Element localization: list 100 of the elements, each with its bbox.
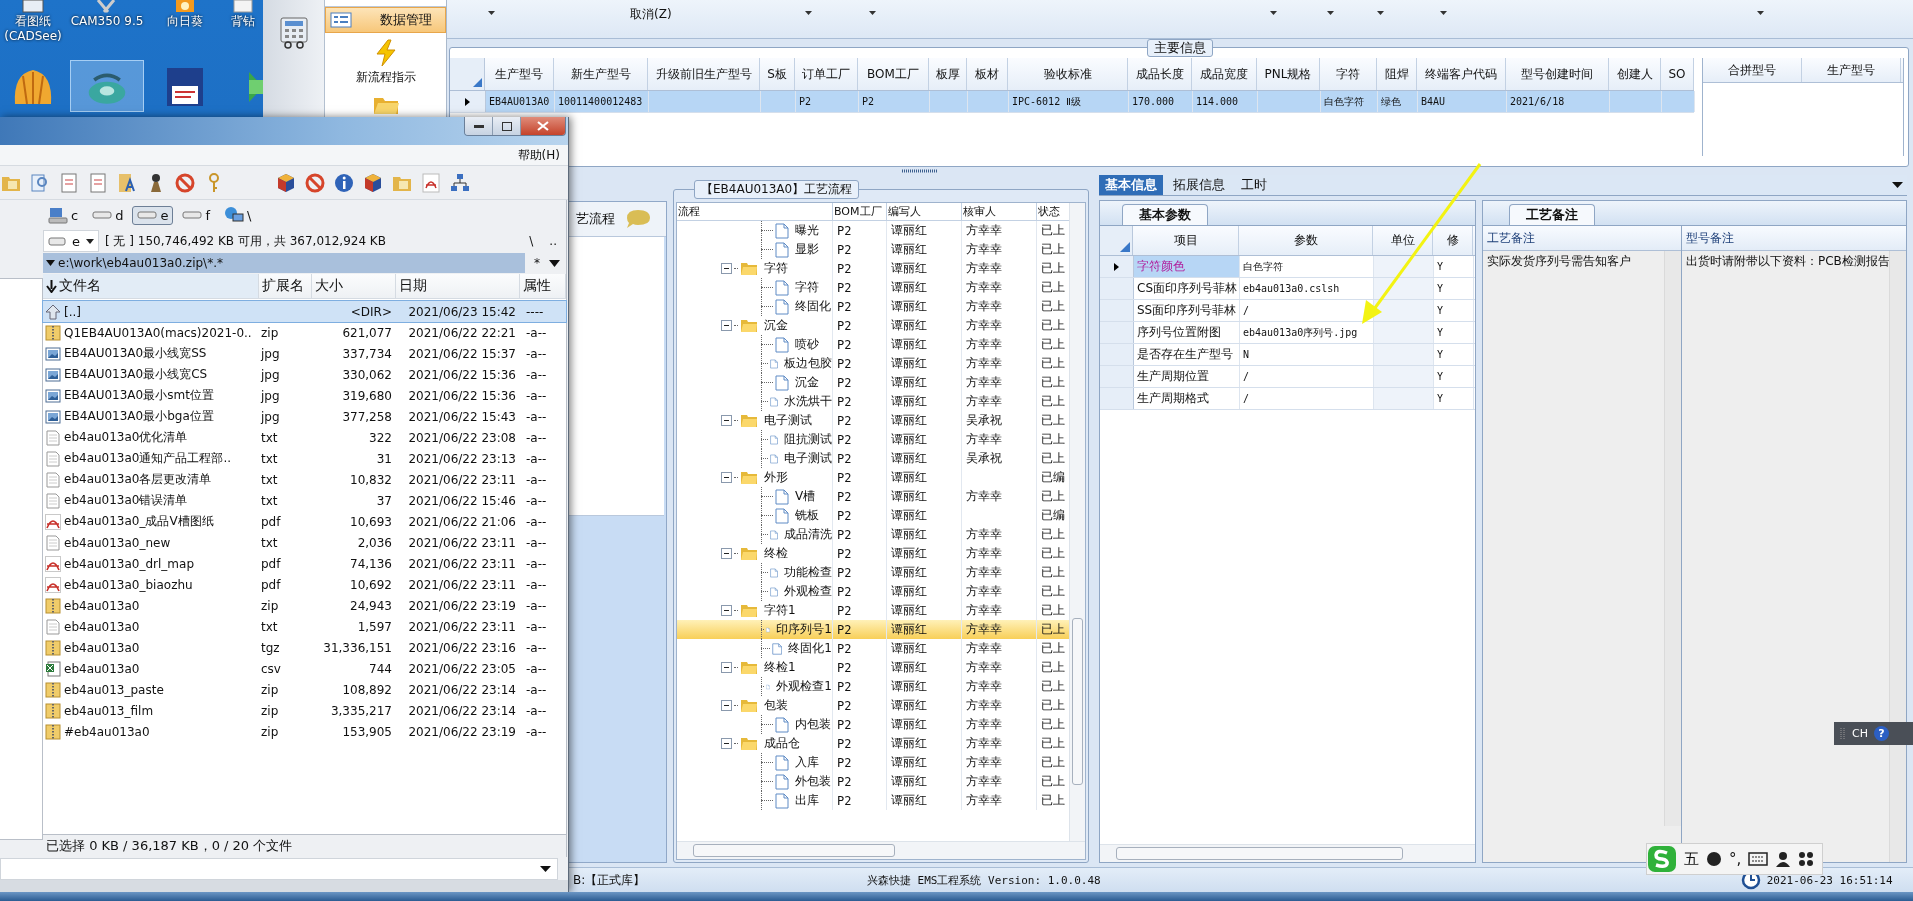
file-row[interactable]: eb4au013a0 tgz 31,336,151 2021/06/22 23:16 -a-- <box>43 637 566 658</box>
help-button[interactable]: ? <box>1873 726 1889 741</box>
shortcut-label[interactable]: 看图纸 <box>15 14 51 29</box>
file-row[interactable]: #eb4au013a0 zip 153,905 2021/06/22 23:19 -a-- <box>43 721 566 742</box>
dropdown-caret-icon[interactable] <box>869 11 876 15</box>
file-row[interactable]: eb4au013a0 txt 1,597 2021/06/22 23:11 -a-- <box>43 616 566 637</box>
file-row[interactable]: EB4AU013A0最小线宽CS jpg 330,062 2021/06/22 15:36 -a-- <box>43 364 566 385</box>
collapse-icon[interactable] <box>721 548 732 559</box>
column-header[interactable]: 流程 <box>677 203 833 220</box>
grip-icon[interactable] <box>1840 726 1846 741</box>
dropdown-caret-icon[interactable] <box>1270 11 1277 15</box>
column-header[interactable]: 生产型号 <box>485 58 554 90</box>
drive-button[interactable]: f <box>177 205 215 225</box>
dropdown-caret-icon[interactable] <box>1892 182 1903 188</box>
dropdown-caret-icon[interactable] <box>549 259 560 267</box>
user-icon[interactable] <box>1775 851 1792 867</box>
dropdown-caret-icon[interactable] <box>1327 11 1334 15</box>
vertical-scrollbar[interactable] <box>1889 251 1906 862</box>
column-header[interactable]: 型号创建时间 <box>1506 58 1609 90</box>
collapse-icon[interactable] <box>721 472 732 483</box>
file-row[interactable]: eb4au013a0错误清单 txt 37 2021/06/22 15:46 -a-- <box>43 490 566 511</box>
table-row[interactable]: 生产周期位置 / Y <box>1100 366 1475 388</box>
dropdown-caret-icon[interactable] <box>805 11 812 15</box>
vertical-scrollbar[interactable] <box>1069 203 1085 841</box>
column-header[interactable]: 板厚 <box>929 58 967 90</box>
file-row[interactable]: Q1EB4AU013A0(macs)2021-0.. zip 621,077 2021/06/22 22:21 -a-- <box>43 322 566 343</box>
file-row[interactable]: eb4au013_film zip 3,335,217 2021/06/22 23:14 -a-- <box>43 700 566 721</box>
column-header[interactable]: 大小 <box>312 274 396 298</box>
column-header[interactable]: 核审人 <box>962 203 1037 220</box>
file-row[interactable]: eb4au013a0 csv 744 2021/06/22 23:05 -a-- <box>43 658 566 679</box>
cube-icon[interactable] <box>362 171 384 194</box>
file-row[interactable]: eb4au013a0优化清单 txt 322 2021/06/22 23:08 -a-- <box>43 427 566 448</box>
column-header[interactable]: 工艺备注 <box>1483 226 1681 251</box>
column-header[interactable]: SO <box>1661 58 1694 90</box>
column-header[interactable]: 生产型号 <box>1802 58 1901 82</box>
drive-button[interactable]: c <box>43 204 84 226</box>
horizontal-scrollbar[interactable] <box>677 841 1085 859</box>
shortcut-label[interactable]: (CADSee) <box>4 29 62 44</box>
nav-item[interactable]: 数据管理 <box>325 7 446 33</box>
desktop-shortcut-selection[interactable] <box>70 60 144 112</box>
horizontal-scrollbar[interactable] <box>1100 844 1475 862</box>
file-row[interactable]: eb4au013a0 zip 24,943 2021/06/22 23:19 -a-- <box>43 595 566 616</box>
dropdown-caret-icon[interactable] <box>1757 11 1764 15</box>
column-header[interactable]: 修 <box>1433 226 1473 255</box>
column-header[interactable]: 字符 <box>1320 58 1377 90</box>
collapse-icon[interactable] <box>721 605 732 616</box>
file-row[interactable]: eb4au013a0_new txt 2,036 2021/06/22 23:11 -a-- <box>43 532 566 553</box>
column-header[interactable]: 文件名 <box>43 274 259 298</box>
column-header[interactable]: 板材 <box>967 58 1008 90</box>
prohibited-icon[interactable] <box>174 171 196 194</box>
tree-row[interactable]: 印序列号1 P2 谭丽红 方幸幸 已上 <box>677 620 1069 639</box>
tab[interactable]: 拓展信息 <box>1167 175 1231 195</box>
language-indicator[interactable]: CH <box>1852 727 1868 740</box>
prohibited-icon[interactable] <box>304 171 326 194</box>
moon-icon[interactable] <box>1706 851 1722 867</box>
maximize-button[interactable] <box>493 117 521 135</box>
minimize-button[interactable] <box>465 117 493 135</box>
column-header[interactable]: 订单工厂 <box>795 58 858 90</box>
file-row[interactable]: EB4AU013A0最小bga位置 jpg 377,258 2021/06/22 15:43 -a-- <box>43 406 566 427</box>
shortcut-label[interactable]: CAM350 9.5 <box>70 14 144 29</box>
up-button[interactable]: .. <box>544 234 562 248</box>
cancel-button[interactable]: 取消(Z) <box>626 4 676 25</box>
table-row[interactable]: EB4AU013A0 10011400012483 P2 P2 IPC-6012 Ⅱ级 170.000 114.000 白色字符 绿色 B4AU 2021/6/18 <box>450 91 1694 113</box>
info-icon[interactable] <box>333 171 355 194</box>
collapse-icon[interactable] <box>721 738 732 749</box>
file-row[interactable]: eb4au013a0通知产品工程部.. txt 31 2021/06/22 23:13 -a-- <box>43 448 566 469</box>
column-header[interactable]: 终端客户代码 <box>1417 58 1506 90</box>
menu-item[interactable]: 帮助(H) <box>517 146 560 164</box>
column-header[interactable]: 单位 <box>1373 226 1433 255</box>
grid-icon[interactable] <box>1798 851 1815 867</box>
file-row[interactable]: EB4AU013A0最小线宽SS jpg 337,734 2021/06/22 15:37 -a-- <box>43 343 566 364</box>
drive-button[interactable]: d <box>87 205 129 225</box>
table-row[interactable]: 是否存在生产型号 N Y <box>1100 344 1475 366</box>
close-button[interactable] <box>521 117 565 135</box>
column-header[interactable]: 扩展名 <box>259 274 312 298</box>
column-header[interactable]: 合拼型号 <box>1703 58 1802 82</box>
column-header[interactable]: 属性 <box>520 274 566 298</box>
ime-logo-icon[interactable] <box>1647 845 1677 873</box>
shortcut-label[interactable]: 向日葵 <box>167 14 203 29</box>
path-bar[interactable]: e:\work\eb4au013a0.zip\*.* <box>43 253 525 273</box>
column-header[interactable]: BOM工厂 <box>833 203 887 220</box>
drive-dropdown[interactable]: e <box>43 230 99 252</box>
filter-button[interactable]: * <box>529 256 545 270</box>
file-row[interactable]: [..] <DIR> 2021/06/23 15:42 ---- <box>43 301 566 322</box>
column-header[interactable]: 参数 <box>1239 226 1373 255</box>
ime-mode[interactable]: 五 <box>1684 849 1699 869</box>
dropdown-caret-icon[interactable] <box>488 11 495 15</box>
column-header[interactable]: 新生产型号 <box>554 58 648 90</box>
column-header[interactable]: 日期 <box>396 274 520 298</box>
root-button[interactable]: \ <box>524 234 539 248</box>
column-header[interactable]: S板 <box>760 58 795 90</box>
punctuation-toggle[interactable]: °, <box>1729 850 1742 868</box>
file-row[interactable]: eb4au013a0_drl_map pdf 74,136 2021/06/22 23:11 -a-- <box>43 553 566 574</box>
vertical-scrollbar[interactable] <box>1664 251 1681 826</box>
collapse-icon[interactable] <box>721 662 732 673</box>
tab[interactable]: 基本参数 <box>1122 204 1208 225</box>
font-icon[interactable] <box>116 171 138 194</box>
collapse-icon[interactable] <box>721 700 732 711</box>
column-header[interactable]: 验收标准 <box>1008 58 1128 90</box>
network-icon[interactable] <box>449 171 471 194</box>
